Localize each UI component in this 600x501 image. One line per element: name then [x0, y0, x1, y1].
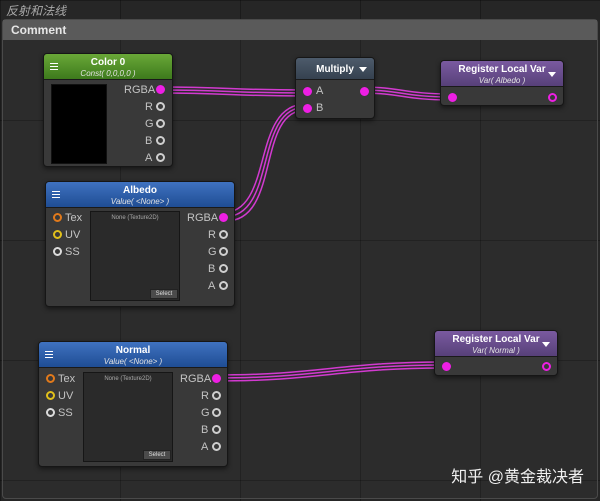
- output-port-r[interactable]: [156, 102, 165, 111]
- menu-icon[interactable]: [50, 63, 58, 70]
- node-title: Normal: [115, 345, 151, 356]
- texture-slot-label: None (Texture2D): [111, 215, 159, 221]
- port-label-b: B: [201, 424, 209, 436]
- input-port-ss[interactable]: [46, 408, 55, 417]
- albedo-node[interactable]: Albedo Value( <None> ) Tex UV SS None (T…: [45, 181, 235, 307]
- page-title: 反射和法线: [6, 4, 67, 18]
- output-port-g[interactable]: [156, 119, 165, 128]
- texture-slot[interactable]: None (Texture2D) Select: [90, 211, 180, 301]
- output-port-rgba[interactable]: [219, 213, 228, 222]
- node-subtitle: Value( <None> ): [103, 357, 163, 366]
- normal-node[interactable]: Normal Value( <None> ) Tex UV SS None (T…: [38, 341, 228, 467]
- port-label-r: R: [201, 390, 209, 402]
- normal-node-header[interactable]: Normal Value( <None> ): [39, 342, 227, 368]
- output-port-rgba[interactable]: [156, 85, 165, 94]
- color0-node-header[interactable]: Color 0 Const( 0,0,0,0 ): [44, 54, 172, 80]
- node-subtitle: Var( Normal ): [472, 346, 520, 355]
- input-port-b[interactable]: [303, 104, 312, 113]
- output-port-g[interactable]: [212, 408, 221, 417]
- register-local-var-normal-node[interactable]: Register Local Var Var( Normal ): [434, 330, 558, 376]
- multiply-node[interactable]: Multiply A B: [295, 57, 375, 119]
- albedo-node-header[interactable]: Albedo Value( <None> ): [46, 182, 234, 208]
- node-title: Register Local Var: [458, 64, 546, 75]
- dropdown-icon[interactable]: [359, 67, 367, 72]
- input-port-tex[interactable]: [46, 374, 55, 383]
- output-port-b[interactable]: [212, 425, 221, 434]
- node-title: Albedo: [123, 185, 157, 196]
- texture-select-button[interactable]: Select: [143, 450, 171, 460]
- menu-icon[interactable]: [52, 191, 60, 198]
- port-label-a: A: [145, 152, 153, 164]
- output-port-a[interactable]: [212, 442, 221, 451]
- color0-node[interactable]: Color 0 Const( 0,0,0,0 ) RGBA R G B A: [43, 53, 173, 167]
- port-label-rgba: RGBA: [124, 84, 156, 96]
- node-subtitle: Const( 0,0,0,0 ): [80, 69, 136, 78]
- output-port-b[interactable]: [156, 136, 165, 145]
- port-label-a: A: [208, 280, 216, 292]
- multiply-node-header[interactable]: Multiply: [296, 58, 374, 80]
- texture-slot[interactable]: None (Texture2D) Select: [83, 372, 173, 462]
- input-port-a[interactable]: [303, 87, 312, 96]
- input-port[interactable]: [448, 93, 457, 102]
- output-port-g[interactable]: [219, 247, 228, 256]
- output-port-a[interactable]: [219, 281, 228, 290]
- menu-icon[interactable]: [45, 351, 53, 358]
- output-port-b[interactable]: [219, 264, 228, 273]
- output-port-rgba[interactable]: [212, 374, 221, 383]
- input-port[interactable]: [442, 362, 451, 371]
- port-label-rgba: RGBA: [187, 212, 219, 224]
- color-preview: [51, 84, 107, 164]
- port-label-b: B: [208, 263, 216, 275]
- port-label-uv: UV: [58, 390, 74, 402]
- port-label-g: G: [208, 246, 217, 258]
- output-port-r[interactable]: [219, 230, 228, 239]
- port-label-ss: SS: [58, 407, 73, 419]
- port-label-b: B: [145, 135, 153, 147]
- port-label-uv: UV: [65, 229, 81, 241]
- port-label-tex: Tex: [65, 212, 83, 224]
- texture-slot-label: None (Texture2D): [104, 376, 152, 382]
- input-port-ss[interactable]: [53, 247, 62, 256]
- register-local-var-albedo-node[interactable]: Register Local Var Var( Albedo ): [440, 60, 564, 106]
- port-label-g: G: [145, 118, 154, 130]
- output-port[interactable]: [548, 93, 557, 102]
- input-port-tex[interactable]: [53, 213, 62, 222]
- port-label-b: B: [316, 102, 324, 114]
- comment-header[interactable]: Comment: [3, 20, 597, 40]
- output-port-a[interactable]: [156, 153, 165, 162]
- input-port-uv[interactable]: [53, 230, 62, 239]
- texture-select-button[interactable]: Select: [150, 289, 178, 299]
- watermark: 知乎 @黄金裁决者: [451, 469, 584, 486]
- port-label-r: R: [208, 229, 216, 241]
- output-port[interactable]: [360, 87, 369, 96]
- port-label-a: A: [316, 85, 324, 97]
- node-title: Color 0: [90, 57, 126, 68]
- port-label-g: G: [201, 407, 210, 419]
- register-node-header[interactable]: Register Local Var Var( Albedo ): [441, 61, 563, 87]
- dropdown-icon[interactable]: [548, 72, 556, 77]
- input-port-uv[interactable]: [46, 391, 55, 400]
- port-label-a: A: [201, 441, 209, 453]
- register-node-header[interactable]: Register Local Var Var( Normal ): [435, 331, 557, 357]
- port-label-ss: SS: [65, 246, 80, 258]
- port-label-r: R: [145, 101, 153, 113]
- port-label-rgba: RGBA: [180, 373, 212, 385]
- node-title: Register Local Var: [452, 334, 540, 345]
- port-label-tex: Tex: [58, 373, 76, 385]
- dropdown-icon[interactable]: [542, 342, 550, 347]
- output-port[interactable]: [542, 362, 551, 371]
- node-subtitle: Var( Albedo ): [478, 76, 526, 85]
- output-port-r[interactable]: [212, 391, 221, 400]
- node-subtitle: Value( <None> ): [110, 197, 170, 206]
